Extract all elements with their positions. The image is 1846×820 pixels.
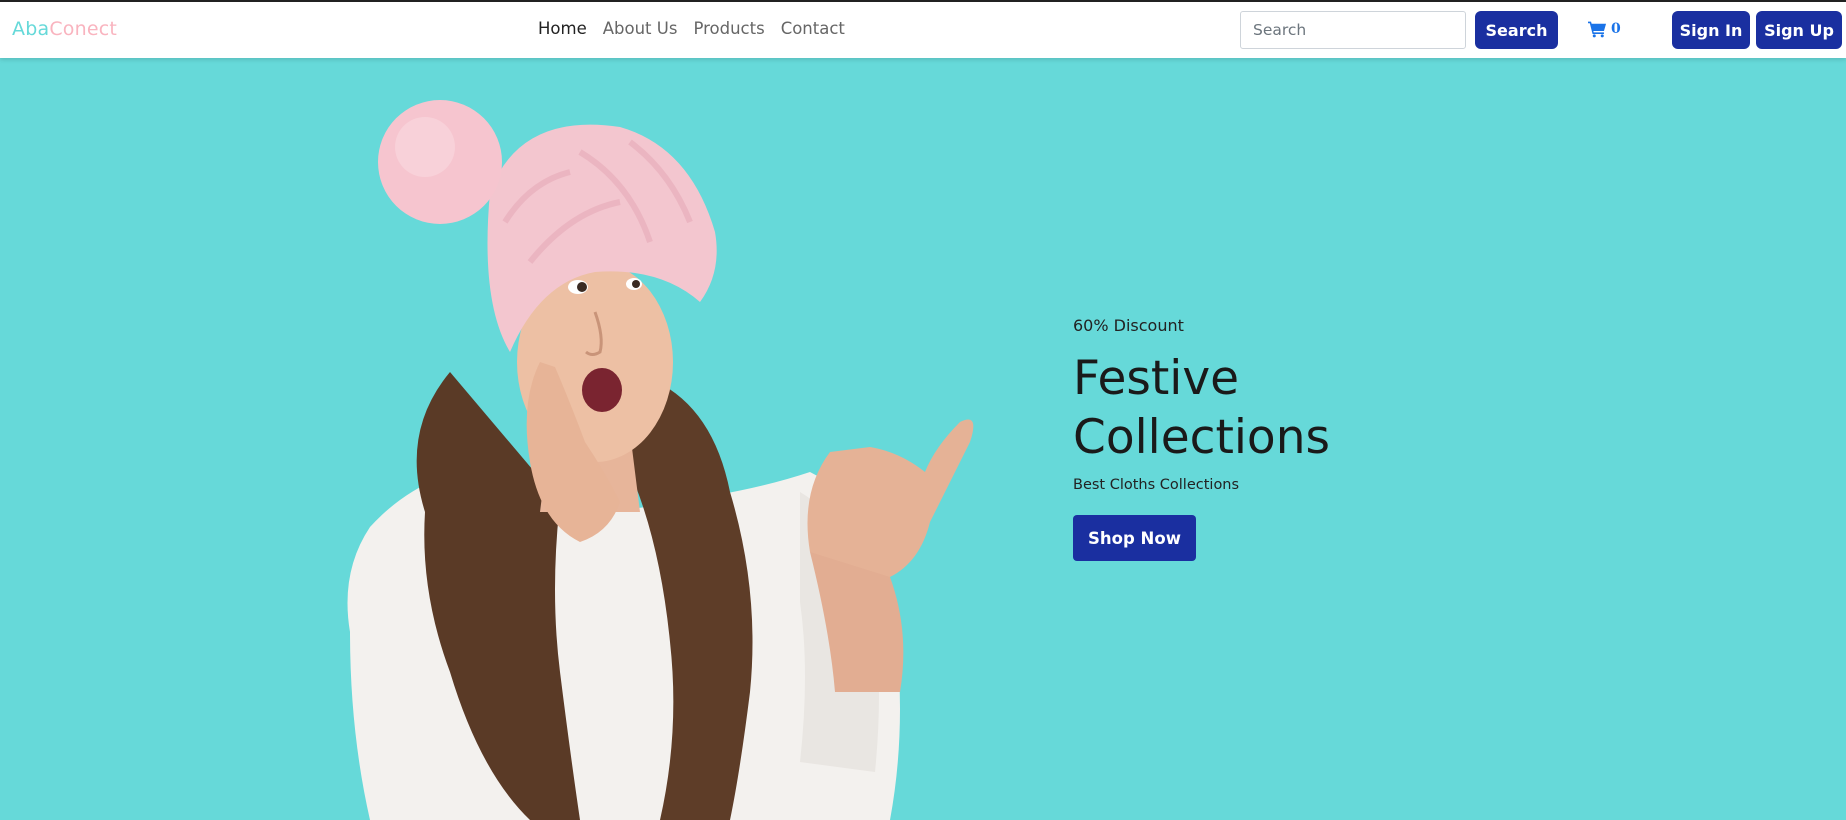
nav-link-home[interactable]: Home — [538, 19, 587, 38]
discount-label: 60% Discount — [1073, 316, 1184, 335]
cart-button[interactable]: 0 — [1588, 20, 1621, 38]
hero-content: 60% Discount Festive Collections Best Cl… — [1073, 316, 1393, 561]
cart-count: 0 — [1611, 21, 1621, 37]
search-input[interactable] — [1240, 11, 1466, 49]
hero-subtitle: Best Cloths Collections — [1073, 477, 1240, 493]
shopping-cart-icon — [1588, 21, 1607, 38]
nav-link-products[interactable]: Products — [693, 19, 764, 38]
navbar: AbaConect Home About Us Products Contact… — [0, 2, 1846, 58]
brand-part-1: Aba — [12, 18, 50, 40]
hero-title: Festive Collections — [1073, 351, 1330, 465]
sign-in-button[interactable]: Sign In — [1672, 11, 1750, 49]
hero-image — [347, 100, 974, 820]
shop-now-button[interactable]: Shop Now — [1073, 515, 1196, 561]
nav-link-about-us[interactable]: About Us — [603, 19, 678, 38]
main-nav: Home About Us Products Contact — [538, 19, 845, 38]
brand-part-2: Conect — [49, 18, 118, 40]
sign-up-button[interactable]: Sign Up — [1756, 11, 1842, 49]
brand-logo[interactable]: AbaConect — [12, 18, 117, 40]
search-button[interactable]: Search — [1475, 11, 1558, 49]
nav-link-contact[interactable]: Contact — [781, 19, 845, 38]
